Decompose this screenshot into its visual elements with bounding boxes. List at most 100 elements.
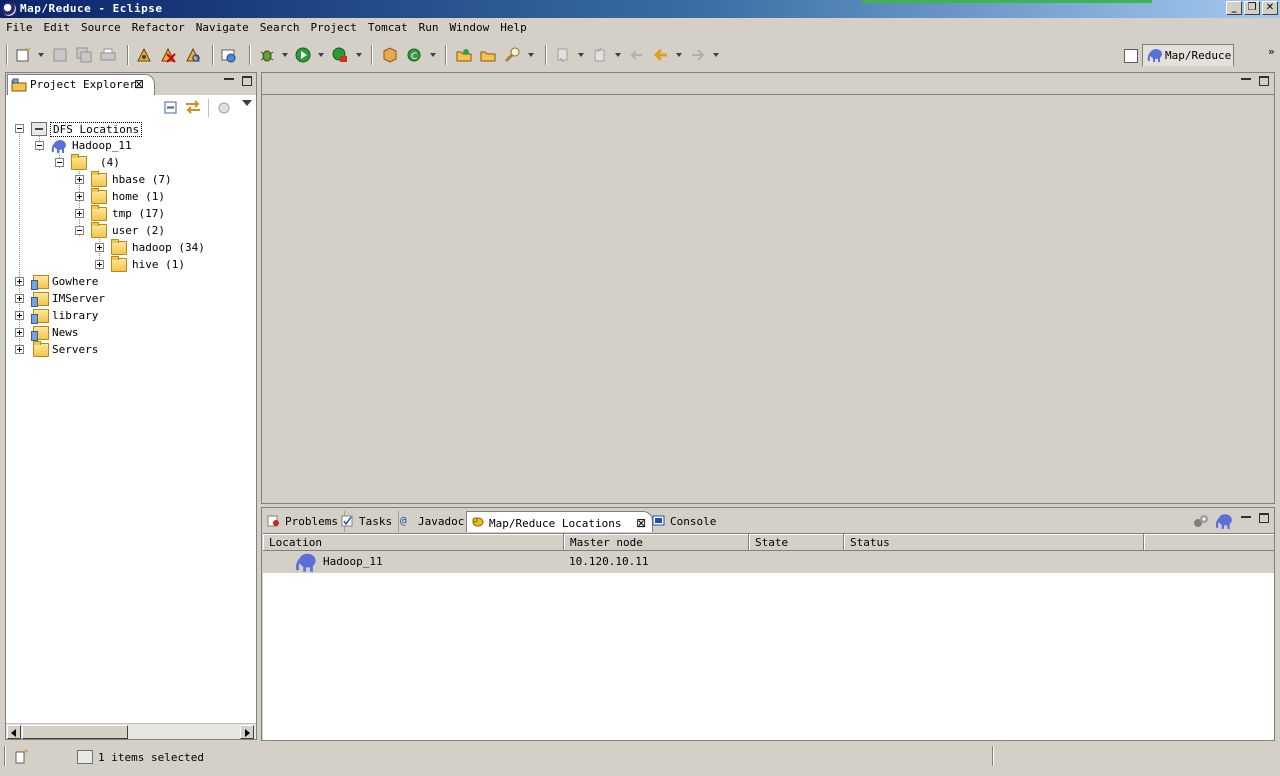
- expand-toggle[interactable]: [15, 345, 24, 354]
- tree-node-news[interactable]: News: [6, 325, 256, 342]
- next-annotation-dropdown-icon[interactable]: [578, 53, 584, 57]
- menu-tomcat[interactable]: Tomcat: [362, 19, 413, 38]
- tab-map-reduce-locations[interactable]: Map/Reduce Locations ⊠: [466, 511, 654, 532]
- tree-node-dfs-locations[interactable]: DFS Locations: [6, 121, 256, 138]
- filters-icon[interactable]: [217, 101, 231, 115]
- tab-tasks[interactable]: Tasks: [337, 511, 400, 532]
- external-tools-icon[interactable]: [331, 46, 349, 64]
- open-type-icon[interactable]: [455, 46, 473, 64]
- tree-node-hadoop-11[interactable]: Hadoop_11: [6, 138, 256, 155]
- tree-node-home[interactable]: home (1): [6, 188, 256, 206]
- expand-toggle[interactable]: [15, 277, 24, 286]
- tree-node-library[interactable]: library: [6, 308, 256, 325]
- tree-node-user[interactable]: user (2): [6, 222, 256, 240]
- new-java-package-icon[interactable]: [381, 46, 399, 64]
- maximize-view-icon[interactable]: [1259, 513, 1269, 523]
- run-dropdown-icon[interactable]: [318, 53, 324, 57]
- new-hadoop-location-icon[interactable]: [1192, 513, 1210, 529]
- tree-node-servers[interactable]: Servers: [6, 341, 256, 359]
- search-icon[interactable]: [503, 46, 521, 64]
- forward-icon[interactable]: [689, 46, 707, 64]
- menu-project[interactable]: Project: [304, 19, 361, 38]
- maximize-view-icon[interactable]: [242, 76, 252, 86]
- expand-toggle[interactable]: [75, 192, 84, 201]
- expand-toggle[interactable]: [15, 328, 24, 337]
- menu-refactor[interactable]: Refactor: [126, 19, 190, 38]
- maximize-view-icon[interactable]: [1259, 76, 1269, 86]
- column-header-state[interactable]: State: [749, 534, 844, 551]
- link-with-editor-icon[interactable]: [184, 99, 202, 115]
- expand-toggle[interactable]: [75, 175, 84, 184]
- tree-node-hadoop[interactable]: hadoop (34): [6, 239, 256, 257]
- expand-toggle[interactable]: [15, 311, 24, 320]
- collapse-all-icon[interactable]: [164, 101, 178, 115]
- debug-dropdown-icon[interactable]: [282, 53, 288, 57]
- save-icon[interactable]: [51, 46, 69, 64]
- tomcat-restart-icon[interactable]: [184, 46, 202, 64]
- minimize-button[interactable]: _: [1226, 1, 1242, 15]
- menu-search[interactable]: Search: [254, 19, 305, 38]
- last-edit-location-icon[interactable]: [628, 46, 646, 64]
- more-perspectives-chevron[interactable]: »: [1268, 45, 1275, 58]
- perspective-map-reduce[interactable]: Map/Reduce: [1142, 44, 1234, 66]
- close-icon[interactable]: ⊠: [636, 516, 646, 530]
- tab-project-explorer[interactable]: Project Explorer ⊠: [7, 74, 155, 95]
- tree-node-imserver[interactable]: IMServer: [6, 291, 256, 308]
- close-button[interactable]: ✕: [1262, 1, 1278, 15]
- minimize-view-icon[interactable]: [1241, 78, 1251, 80]
- table-row[interactable]: Hadoop_11 10.120.10.11: [263, 551, 1274, 573]
- menu-navigate[interactable]: Navigate: [190, 19, 254, 38]
- open-resource-icon[interactable]: [479, 46, 497, 64]
- tree-node-hive[interactable]: hive (1): [6, 256, 256, 274]
- previous-annotation-icon[interactable]: [591, 46, 609, 64]
- tree-node-gowhere[interactable]: Gowhere: [6, 274, 256, 291]
- tomcat-start-icon[interactable]: [135, 46, 153, 64]
- back-icon[interactable]: [652, 46, 670, 64]
- debug-icon[interactable]: [258, 46, 276, 64]
- open-perspective-icon[interactable]: [1124, 49, 1138, 63]
- new-dropdown-icon[interactable]: [38, 53, 44, 57]
- close-icon[interactable]: ⊠: [134, 77, 144, 91]
- fast-view-icon[interactable]: [14, 749, 30, 765]
- forward-dropdown-icon[interactable]: [713, 53, 719, 57]
- new-class-dropdown-icon[interactable]: [430, 53, 436, 57]
- new-java-class-icon[interactable]: C: [405, 46, 423, 64]
- tree-node-root-folder[interactable]: (4): [6, 154, 256, 172]
- collapse-toggle[interactable]: [15, 124, 24, 133]
- menu-run[interactable]: Run: [413, 19, 444, 38]
- next-annotation-icon[interactable]: [554, 46, 572, 64]
- tab-problems[interactable]: Problems: [263, 511, 345, 532]
- tab-javadoc[interactable]: @ Javadoc: [396, 511, 472, 532]
- expand-toggle[interactable]: [15, 294, 24, 303]
- column-header-location[interactable]: Location: [263, 534, 564, 551]
- expand-toggle[interactable]: [95, 260, 104, 269]
- expand-toggle[interactable]: [75, 209, 84, 218]
- minimize-view-icon[interactable]: [224, 78, 234, 80]
- scroll-left-button[interactable]: [7, 725, 21, 739]
- view-menu-icon[interactable]: [242, 100, 252, 106]
- search-dropdown-icon[interactable]: [528, 53, 534, 57]
- elephant-icon[interactable]: [1215, 513, 1233, 529]
- run-icon[interactable]: [294, 46, 312, 64]
- scroll-thumb[interactable]: [22, 725, 128, 739]
- column-header-master-node[interactable]: Master node: [564, 534, 749, 551]
- collapse-toggle[interactable]: [35, 141, 44, 150]
- menu-window[interactable]: Window: [443, 19, 494, 38]
- scroll-right-button[interactable]: [240, 725, 254, 739]
- new-icon[interactable]: [14, 46, 32, 64]
- collapse-toggle[interactable]: [75, 226, 84, 235]
- collapse-toggle[interactable]: [55, 158, 64, 167]
- tomcat-stop-icon[interactable]: [159, 46, 177, 64]
- external-tools-dropdown-icon[interactable]: [356, 53, 362, 57]
- back-dropdown-icon[interactable]: [676, 53, 682, 57]
- menu-file[interactable]: File: [0, 19, 38, 38]
- open-browser-icon[interactable]: [220, 46, 238, 64]
- menu-source[interactable]: Source: [75, 19, 126, 38]
- minimize-view-icon[interactable]: [1241, 516, 1251, 518]
- tab-console[interactable]: Console: [648, 511, 722, 532]
- restore-button[interactable]: ❐: [1244, 1, 1260, 15]
- previous-annotation-dropdown-icon[interactable]: [615, 53, 621, 57]
- expand-toggle[interactable]: [95, 243, 104, 252]
- menu-help[interactable]: Help: [494, 19, 532, 38]
- menu-edit[interactable]: Edit: [38, 19, 76, 38]
